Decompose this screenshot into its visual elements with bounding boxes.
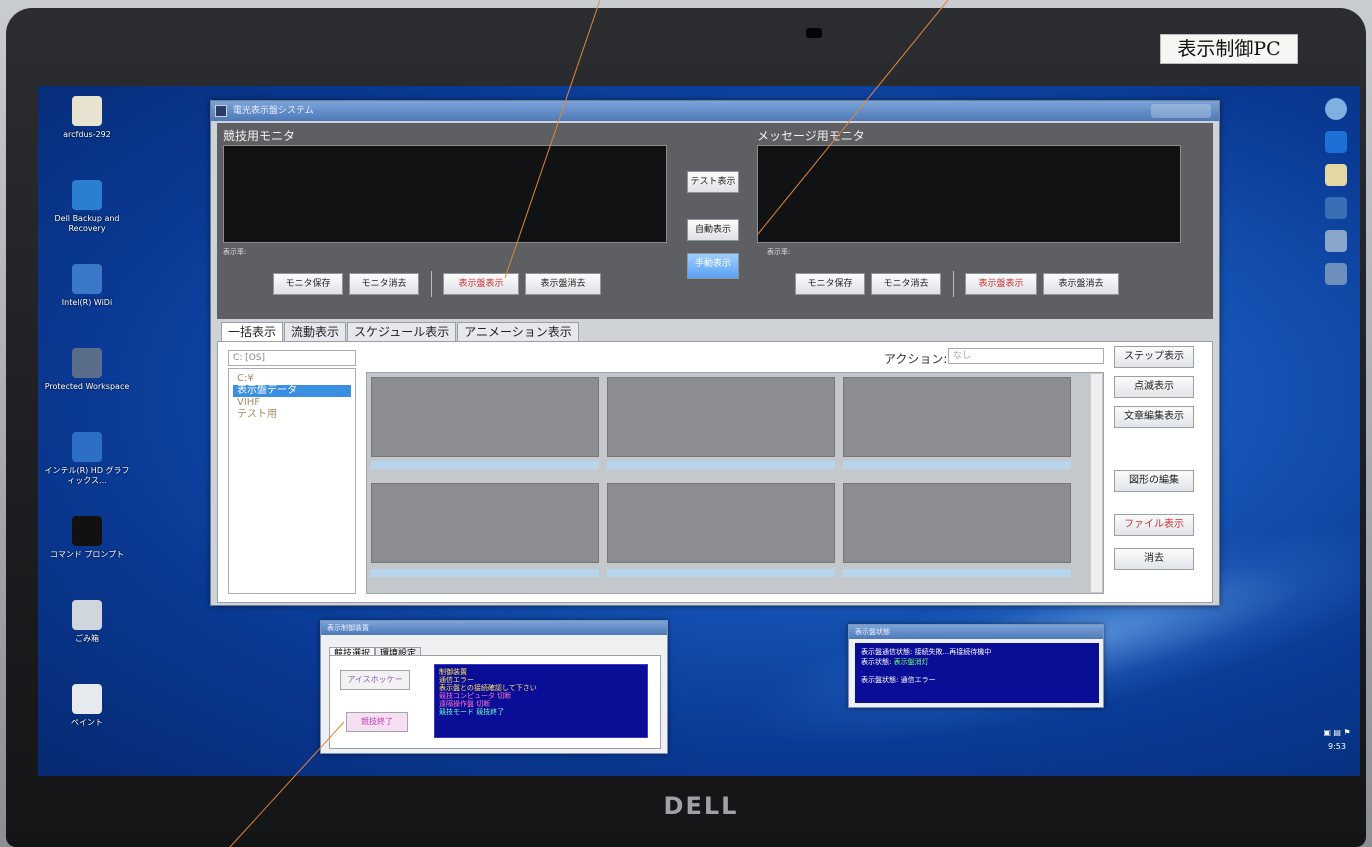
annotation-arrow — [229, 721, 345, 847]
annotation-arrow — [757, 0, 949, 235]
annotation-arrow — [504, 0, 601, 279]
annotation-arrows — [229, 0, 949, 847]
